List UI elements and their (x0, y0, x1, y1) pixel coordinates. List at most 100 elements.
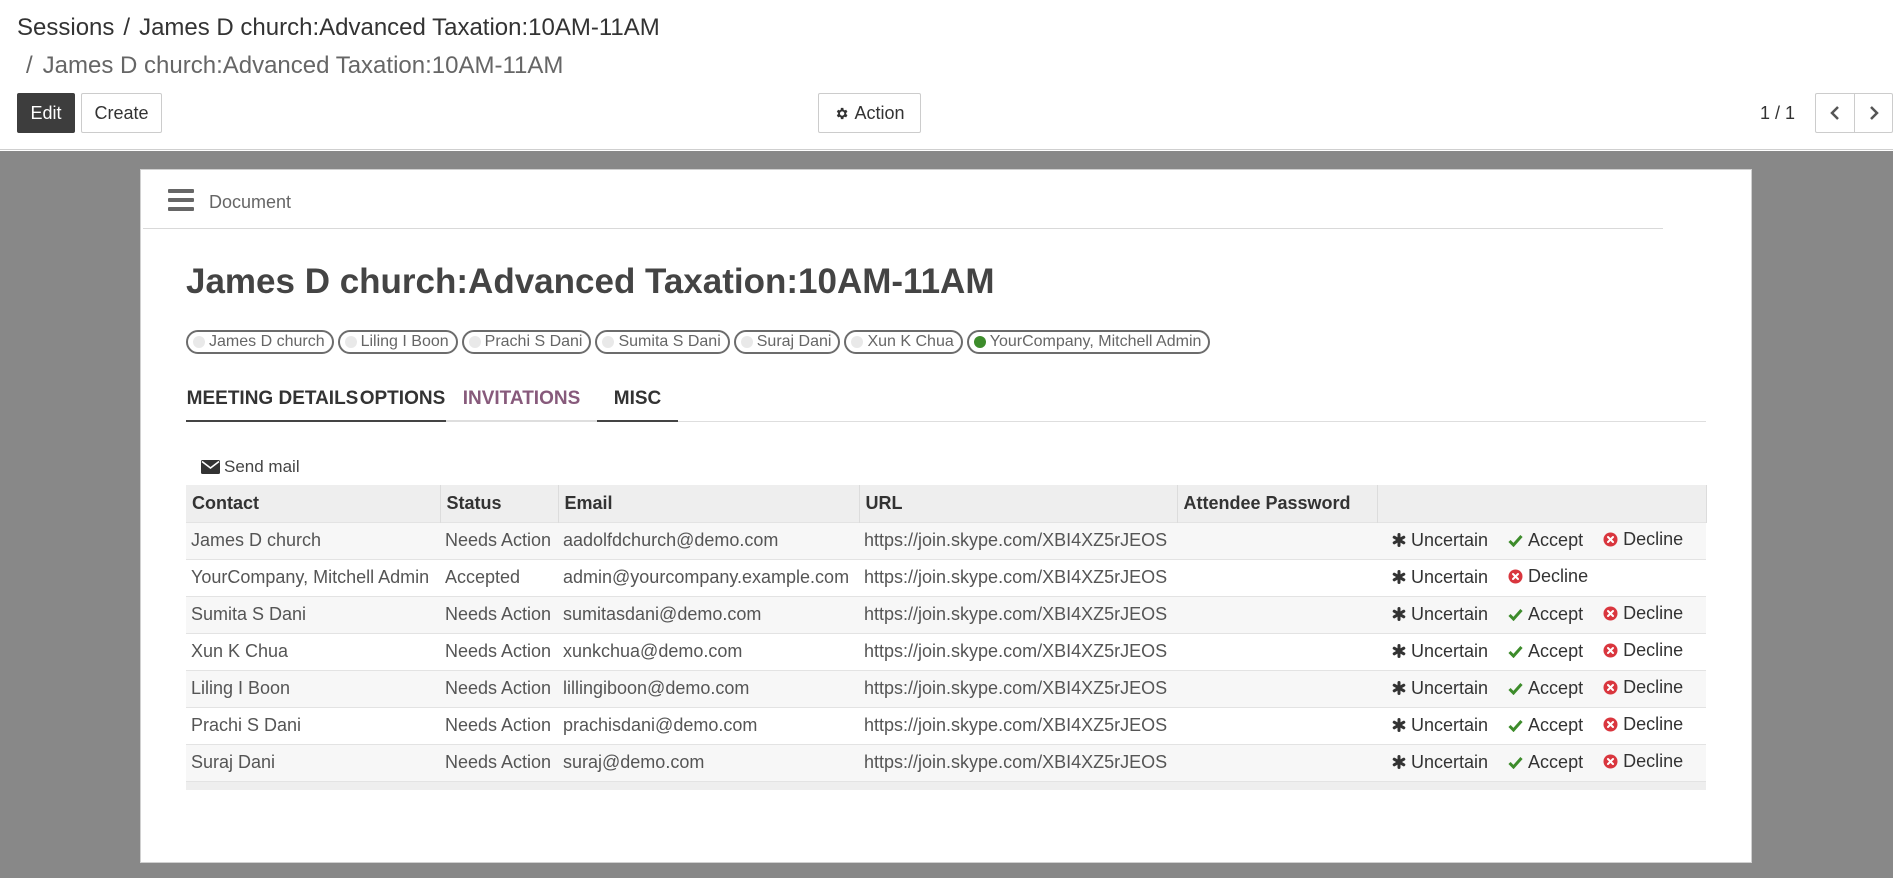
uncertain-button[interactable]: Uncertain (1392, 752, 1488, 773)
table-row[interactable]: Xun K Chua Needs Action xunkchua@demo.com h… (186, 632, 1706, 670)
edit-button[interactable]: Edit (17, 93, 75, 133)
table-header-row: Contact Status Email URL Attendee Passwo… (186, 485, 1707, 522)
email-cell: aadolfdchurch@demo.com (558, 521, 859, 559)
send-mail-button[interactable]: Send mail (201, 457, 300, 477)
attendee-password-cell (1177, 521, 1377, 559)
status-cell: Needs Action (440, 669, 558, 707)
decline-label: Decline (1623, 640, 1684, 660)
column-header-attendee-password[interactable]: Attendee Password (1177, 485, 1378, 522)
decline-label: Decline (1623, 714, 1684, 734)
column-header-contact[interactable]: Contact (186, 485, 441, 522)
status-cell: Needs Action (440, 521, 558, 559)
decline-button[interactable]: Decline (1603, 714, 1683, 735)
uncertain-label: Uncertain (1411, 603, 1489, 624)
table-row[interactable]: Liling I Boon Needs Action lillingiboon@de… (186, 669, 1706, 707)
pager-previous-button[interactable] (1815, 93, 1855, 133)
tab-misc[interactable]: MISC (597, 378, 678, 422)
invitations-table: Contact Status Email URL Attendee Passwo… (186, 485, 1707, 790)
uncertain-button[interactable]: Uncertain (1392, 604, 1488, 625)
table-row[interactable]: Suraj Dani Needs Action suraj@demo.com http… (186, 743, 1706, 781)
uncertain-button[interactable]: Uncertain (1392, 715, 1488, 736)
send-mail-label: Send mail (224, 457, 300, 476)
decline-button[interactable]: Decline (1603, 603, 1683, 624)
create-button[interactable]: Create (81, 93, 162, 133)
uncertain-label: Uncertain (1411, 566, 1489, 587)
decline-button[interactable]: Decline (1508, 566, 1588, 587)
tab-invitations[interactable]: INVITATIONS (446, 378, 597, 422)
uncertain-button[interactable]: Uncertain (1392, 641, 1488, 662)
accept-button[interactable]: Accept (1508, 641, 1583, 662)
form-sheet: Document James D church:Advanced Taxatio… (140, 169, 1752, 863)
breadcrumb-session-link[interactable]: James D church:Advanced Taxation:10AM-11… (139, 14, 660, 41)
table-row[interactable]: Prachi S Dani Needs Action prachisdani@dem… (186, 706, 1706, 744)
accept-button[interactable]: Accept (1508, 752, 1583, 773)
actions-cell: Uncertain Accept Decline (1377, 595, 1706, 633)
decline-label: Decline (1528, 566, 1589, 586)
table-row[interactable]: YourCompany, Mitchell Admin Accepted admin… (186, 558, 1706, 596)
accept-button[interactable]: Accept (1508, 604, 1583, 625)
email-cell: prachisdani@demo.com (558, 706, 859, 744)
accept-button[interactable]: Accept (1508, 715, 1583, 736)
attendee-tag-label: YourCompany, Mitchell Admin (989, 333, 1202, 350)
email-cell: admin@yourcompany.example.com (558, 558, 859, 596)
asterisk-icon (1392, 681, 1406, 695)
decline-x-circle-icon (1603, 754, 1618, 769)
action-label: Action (854, 102, 905, 123)
attendee-password-cell (1177, 595, 1377, 633)
url-cell: https://join.skype.com/XBI4XZ5rJEOS (859, 706, 1177, 744)
control-panel: Sessions / James D church:Advanced Taxatio… (0, 0, 1893, 150)
check-icon (1508, 683, 1523, 695)
attendee-tag[interactable]: Sumita S Dani (595, 330, 730, 354)
table-row[interactable]: Sumita S Dani Needs Action sumitasdani@dem… (186, 595, 1706, 633)
action-dropdown-button[interactable]: Action (818, 93, 921, 133)
status-dot (851, 336, 864, 348)
decline-x-circle-icon (1603, 532, 1618, 547)
invitations-table-body: James D church Needs Action aadolfdchurch@… (186, 521, 1706, 781)
uncertain-button[interactable]: Uncertain (1392, 530, 1488, 551)
contact-cell: Suraj Dani (186, 743, 440, 781)
attendee-tag-label: Xun K Chua (867, 333, 954, 350)
status-dot (468, 336, 481, 348)
decline-x-circle-icon (1508, 569, 1523, 584)
attendee-tag[interactable]: YourCompany, Mitchell Admin (966, 330, 1211, 354)
decline-button[interactable]: Decline (1603, 677, 1683, 698)
contact-cell: James D church (186, 521, 440, 559)
url-cell: https://join.skype.com/XBI4XZ5rJEOS (859, 558, 1177, 596)
attendee-tag[interactable]: Prachi S Dani (461, 330, 592, 354)
column-header-status[interactable]: Status (440, 485, 559, 522)
attendee-tag[interactable]: Suraj Dani (733, 330, 841, 354)
email-cell: sumitasdani@demo.com (558, 595, 859, 633)
uncertain-label: Uncertain (1411, 640, 1489, 661)
hamburger-icon[interactable] (168, 189, 194, 211)
attendee-tag[interactable]: Liling I Boon (337, 330, 458, 354)
contact-cell: Xun K Chua (186, 632, 440, 670)
attendee-password-cell (1177, 632, 1377, 670)
breadcrumb-sessions-link[interactable]: Sessions (17, 14, 114, 41)
url-cell: https://join.skype.com/XBI4XZ5rJEOS (859, 743, 1177, 781)
uncertain-button[interactable]: Uncertain (1392, 678, 1488, 699)
status-dot (193, 336, 205, 348)
pager-value[interactable]: 1 / 1 (1760, 103, 1795, 124)
attendee-tag[interactable]: Xun K Chua (844, 330, 963, 354)
actions-cell: Uncertain Accept Decline (1377, 669, 1706, 707)
contact-cell: Liling I Boon (186, 669, 440, 707)
decline-button[interactable]: Decline (1603, 751, 1683, 772)
decline-x-circle-icon (1603, 717, 1618, 732)
uncertain-label: Uncertain (1411, 677, 1489, 698)
actions-cell: Uncertain Accept Decline (1377, 743, 1706, 781)
tab-options[interactable]: OPTIONS (359, 378, 446, 422)
decline-button[interactable]: Decline (1603, 640, 1683, 661)
attendee-tag[interactable]: James D church (186, 330, 334, 354)
uncertain-button[interactable]: Uncertain (1392, 567, 1488, 588)
table-row[interactable]: James D church Needs Action aadolfdchurch@… (186, 521, 1706, 559)
pager-next-button[interactable] (1854, 93, 1893, 133)
decline-button[interactable]: Decline (1603, 529, 1683, 550)
column-header-url[interactable]: URL (859, 485, 1178, 522)
column-header-email[interactable]: Email (558, 485, 860, 522)
tab-meeting-details[interactable]: MEETING DETAILS (186, 378, 359, 422)
accept-button[interactable]: Accept (1508, 530, 1583, 551)
actions-cell: Uncertain Accept Decline (1377, 521, 1706, 559)
check-icon (1508, 646, 1523, 658)
attendee-password-cell (1177, 743, 1377, 781)
accept-button[interactable]: Accept (1508, 678, 1583, 699)
